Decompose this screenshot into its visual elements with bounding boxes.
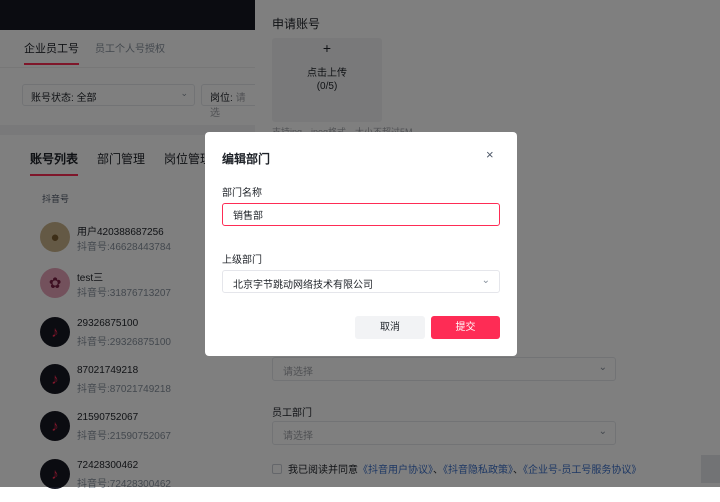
cancel-button[interactable]: 取消 [355,316,425,339]
department-name-input[interactable] [222,203,500,226]
chevron-down-icon: ⌄ [481,275,490,286]
parent-department-select[interactable]: 北京字节跳动网络技术有限公司 ⌄ [222,270,500,293]
parent-department-value: 北京字节跳动网络技术有限公司 [233,280,373,291]
edit-department-modal: 编辑部门 × 部门名称 上级部门 北京字节跳动网络技术有限公司 ⌄ 取消 提交 [205,132,517,356]
parent-department-label: 上级部门 [222,255,262,266]
department-name-label: 部门名称 [222,188,262,199]
modal-title: 编辑部门 [222,152,271,166]
close-icon[interactable]: × [486,147,494,162]
submit-button[interactable]: 提交 [431,316,500,339]
